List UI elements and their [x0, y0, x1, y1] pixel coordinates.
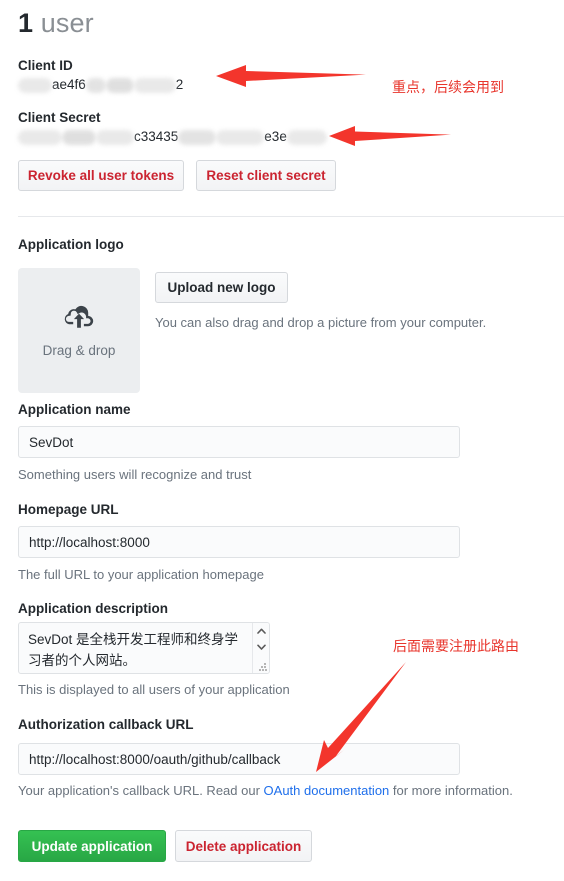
oauth-documentation-link[interactable]: OAuth documentation: [264, 783, 390, 798]
oauth-application-settings-page: 1 user Client ID ae4f6 2 Client Secret c3…: [0, 0, 564, 881]
update-application-button-label: Update application: [31, 838, 153, 854]
delete-application-button[interactable]: Delete application: [175, 830, 312, 862]
logo-help-text: You can also drag and drop a picture fro…: [155, 315, 487, 330]
homepage-url-help-text: The full URL to your application homepag…: [18, 567, 264, 582]
section-divider: [18, 216, 564, 217]
scroll-down-icon[interactable]: [253, 639, 269, 655]
application-description-help-text: This is displayed to all users of your a…: [18, 682, 290, 697]
callback-help-prefix: Your application's callback URL. Read ou…: [18, 783, 264, 798]
textarea-resize-handle[interactable]: [259, 663, 267, 671]
update-application-button[interactable]: Update application: [18, 830, 166, 862]
reset-client-secret-button-label: Reset client secret: [206, 168, 326, 183]
application-description-label: Application description: [18, 601, 169, 616]
application-description-textarea[interactable]: SevDot 是全栈开发工程师和终身学习者的个人网站。: [18, 622, 270, 674]
arrow-left-to-client-secret: [329, 126, 451, 146]
client-id-value: ae4f6 2: [18, 76, 183, 94]
user-count: 1: [18, 8, 34, 38]
annotation-text-client-credentials: 重点，后续会用到: [392, 80, 504, 96]
homepage-url-input[interactable]: http://localhost:8000: [18, 526, 460, 558]
authorization-callback-url-label: Authorization callback URL: [18, 717, 194, 732]
revoke-all-user-tokens-button-label: Revoke all user tokens: [27, 168, 175, 183]
scroll-up-icon[interactable]: [253, 623, 269, 639]
page-title: 1 user: [18, 6, 94, 40]
authorization-callback-url-input[interactable]: http://localhost:8000/oauth/github/callb…: [18, 743, 460, 775]
homepage-url-label: Homepage URL: [18, 502, 119, 517]
upload-new-logo-button-label: Upload new logo: [167, 280, 276, 295]
arrow-left-to-client-id: [216, 65, 366, 87]
client-id-fragment-1: ae4f6: [52, 77, 86, 93]
client-secret-fragment-1: c33435: [134, 129, 179, 145]
logo-dropzone[interactable]: Drag & drop: [18, 268, 140, 393]
application-description-value: SevDot 是全栈开发工程师和终身学习者的个人网站。: [28, 632, 239, 668]
authorization-callback-url-help-text: Your application's callback URL. Read ou…: [18, 782, 513, 799]
reset-client-secret-button[interactable]: Reset client secret: [196, 160, 336, 191]
client-secret-label: Client Secret: [18, 110, 101, 125]
application-name-input-value: SevDot: [29, 434, 74, 450]
user-count-entity-label: user: [40, 8, 94, 38]
client-id-label: Client ID: [18, 58, 73, 73]
annotation-text-callback-route: 后面需要注册此路由: [393, 639, 519, 655]
upload-new-logo-button[interactable]: Upload new logo: [155, 272, 288, 303]
client-secret-fragment-2: e3e: [264, 129, 287, 145]
delete-application-button-label: Delete application: [185, 838, 302, 854]
client-id-fragment-2: 2: [175, 77, 184, 93]
application-name-label: Application name: [18, 402, 131, 417]
cloud-upload-icon: [62, 303, 96, 334]
logo-dropzone-label: Drag & drop: [42, 343, 116, 358]
authorization-callback-url-input-value: http://localhost:8000/oauth/github/callb…: [29, 751, 281, 767]
application-name-help-text: Something users will recognize and trust: [18, 467, 252, 482]
application-name-input[interactable]: SevDot: [18, 426, 460, 458]
client-secret-value: c33435 e3e: [18, 128, 327, 146]
homepage-url-input-value: http://localhost:8000: [29, 534, 150, 550]
application-logo-label: Application logo: [18, 237, 124, 252]
callback-help-suffix: for more information.: [389, 783, 513, 798]
revoke-all-user-tokens-button[interactable]: Revoke all user tokens: [18, 160, 184, 191]
